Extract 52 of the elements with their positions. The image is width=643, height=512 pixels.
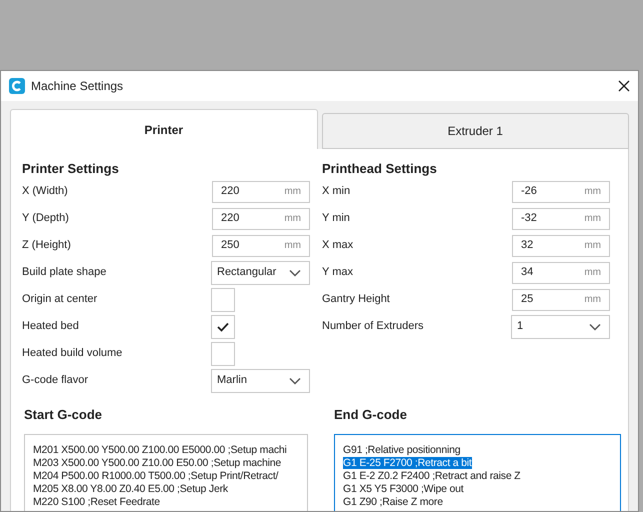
checkbox[interactable] (211, 314, 235, 338)
field-label: Heated bed (22, 319, 79, 334)
number-field[interactable]: 250 mm (212, 234, 310, 256)
field-label: Y max (322, 265, 353, 280)
code-line: G1 Z90 ;Raise Z more (343, 496, 443, 508)
number-field[interactable]: 34 mm (512, 262, 610, 284)
window-title: Machine Settings (31, 78, 124, 95)
field-label: Z (Height) (22, 238, 71, 254)
tab[interactable]: Extruder 1 (322, 113, 629, 149)
chevron-icon (289, 268, 301, 276)
section-heading: Printer Settings (22, 160, 120, 178)
field-label: Heated build volume (22, 346, 122, 362)
dropdown[interactable]: Rectangular (211, 260, 310, 284)
tab[interactable]: Printer (10, 109, 318, 149)
chevron-icon (289, 376, 301, 384)
field-label: Number of Extruders (322, 319, 424, 334)
section-heading: End G-code (334, 406, 408, 424)
chevron-icon (589, 322, 601, 330)
dropdown[interactable]: Marlin (211, 368, 310, 392)
app-logo-icon (9, 78, 25, 94)
section-heading: Printhead Settings (322, 160, 438, 178)
code-line: G1 X5 Y5 F3000 ;Wipe out (343, 483, 464, 495)
field-label: X max (322, 238, 354, 254)
code-line: M203 X500.00 Y500.00 Z10.00 E50.00 ;Setup machine (33, 457, 282, 469)
checkbox[interactable] (211, 288, 235, 312)
number-field[interactable]: 25 mm (512, 288, 610, 310)
number-field[interactable]: 220 mm (212, 180, 310, 202)
number-field[interactable]: 220 mm (212, 208, 310, 230)
number-field[interactable]: -32 mm (512, 208, 610, 230)
code-line: G1 E-2 Z0.2 F2400 ;Retract and raise Z (343, 470, 520, 482)
code-editor[interactable] (24, 434, 308, 511)
field-label: X (Width) (22, 184, 68, 200)
code-line: G91 ;Relative positionning (343, 444, 460, 456)
code-line: M201 X500.00 Y500.00 Z100.00 E5000.00 ;Setup machi (33, 444, 287, 456)
dropdown[interactable]: 1 (511, 314, 610, 338)
close-icon[interactable] (618, 80, 630, 92)
code-editor[interactable]: G91 ;Relative positionning G1 E-25 F2700 ;Retract a bit G1 E-2 Z0.2 F2400 ;Retract and raise Z G1 X5 Y5 F3000 ;Wipe out G1 Z90 ;Raise Z more (334, 434, 621, 511)
number-field[interactable]: -26 mm (512, 180, 610, 202)
field-label: Build plate shape (22, 265, 106, 280)
number-field[interactable]: 32 mm (512, 234, 610, 256)
field-label: X min (322, 184, 350, 200)
field-label: Y min (322, 211, 350, 226)
code-line: M204 P500.00 R1000.00 T500.00 ;Setup Print/Retract/ (33, 470, 278, 482)
checkbox[interactable] (211, 342, 235, 366)
check-icon (217, 322, 229, 332)
field-label: Y (Depth) (22, 211, 69, 226)
field-label: Gantry Height (322, 292, 390, 308)
field-label: G-code flavor (22, 373, 88, 388)
code-line: M220 S100 ;Reset Feedrate (33, 496, 160, 508)
field-label: Origin at center (22, 292, 98, 308)
section-heading: Start G-code (24, 406, 104, 424)
code-line: M205 X8.00 Y8.00 Z0.40 E5.00 ;Setup Jerk (33, 483, 228, 495)
